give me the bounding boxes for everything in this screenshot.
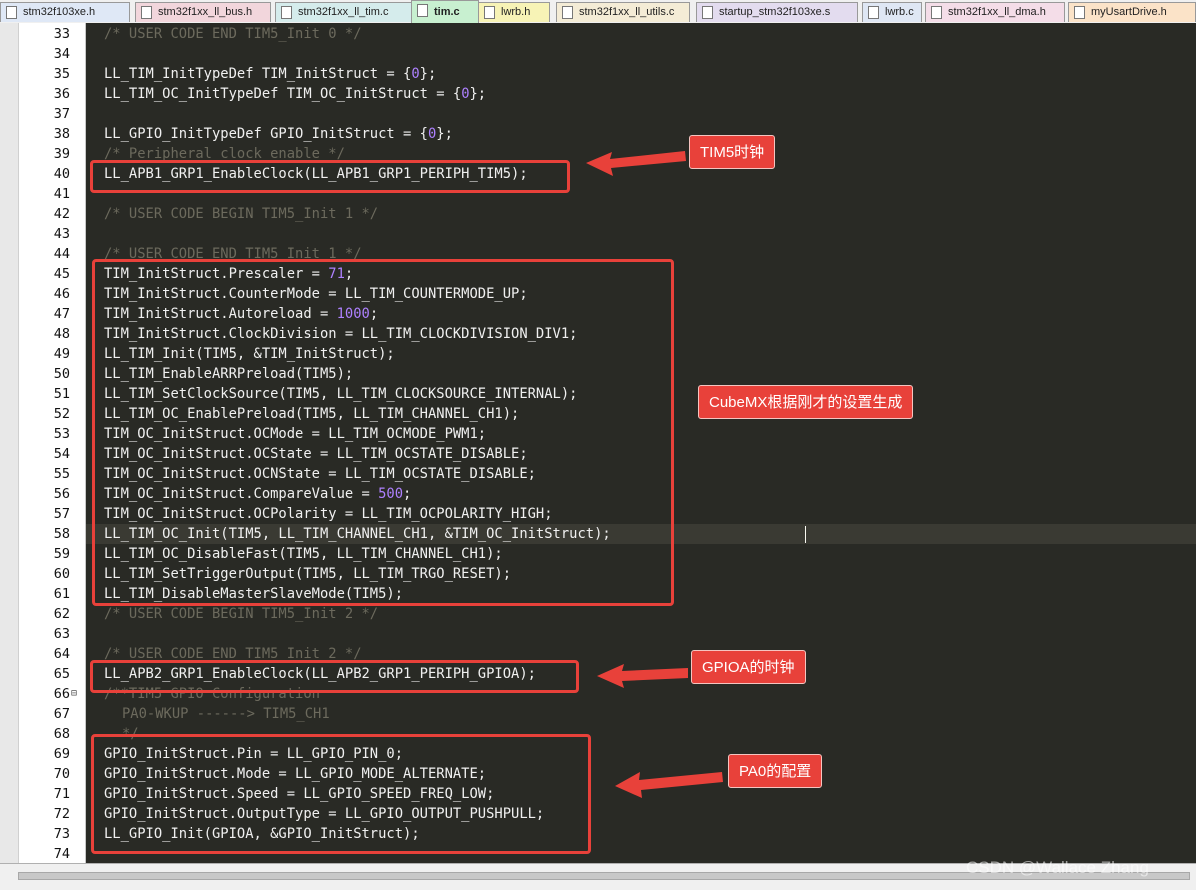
watermark: CSDN @Wallace Zhang [966,858,1149,877]
tim5-clock-arrow-icon [586,151,723,798]
